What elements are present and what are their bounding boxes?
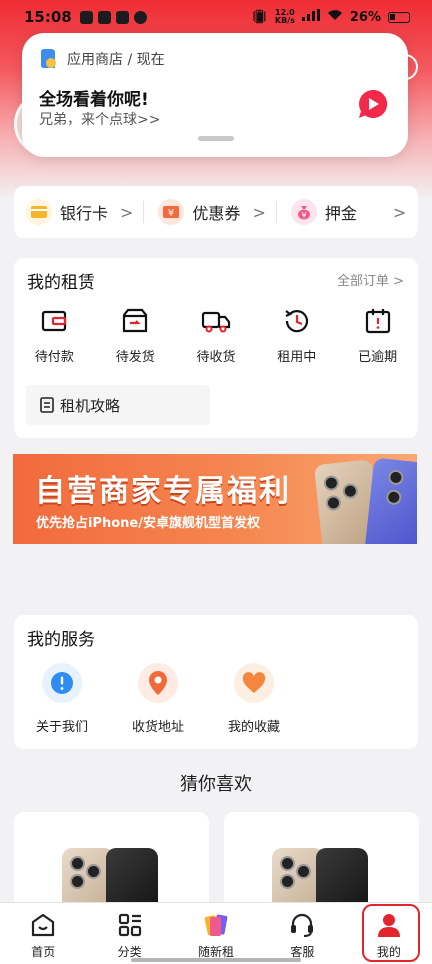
order-pending-receipt[interactable]: 待收货: [176, 306, 257, 365]
calendar-alert-icon: [365, 309, 390, 334]
wallet-icon: [42, 310, 67, 332]
order-status-row: 待付款 待发货 待收货 租用中 已逾期: [14, 306, 418, 365]
battery-percent: 26%: [349, 9, 381, 25]
heart-icon: [234, 663, 274, 703]
chevron-right-icon: >: [120, 202, 134, 222]
shortcut-label: 银行卡: [60, 204, 109, 223]
notification-app-name: 应用商店 / 现在: [67, 52, 165, 68]
heads-up-notification[interactable]: 应用商店 / 现在 全场看着你呢! 兄弟，来个点球>>: [22, 33, 408, 157]
box-icon: [123, 308, 148, 333]
banner-subtitle: 优先抢占iPhone/安卓旗舰机型首发权: [36, 516, 260, 531]
gesture-bar[interactable]: [131, 958, 301, 962]
notification-play-icon: [115, 10, 129, 24]
order-in-rental[interactable]: 租用中: [256, 306, 337, 365]
category-grid-icon: [118, 913, 141, 937]
svg-text:¥: ¥: [168, 208, 174, 219]
order-pending-payment[interactable]: 待付款: [14, 306, 95, 365]
home-icon: [32, 913, 55, 937]
status-time: 15:08: [24, 8, 72, 26]
status-bar: 15:08 📳︎ 12.0 KB/s 26%: [0, 0, 432, 34]
nav-home[interactable]: 首页: [0, 903, 86, 964]
signal-icon: [301, 9, 320, 25]
recommend-title: 猜你喜欢: [180, 774, 252, 795]
order-pending-shipment[interactable]: 待发货: [95, 306, 176, 365]
shortcut-deposit[interactable]: ¥ 押金 >: [279, 186, 406, 238]
promo-banner[interactable]: 自营商家专属福利 优先抢占iPhone/安卓旗舰机型首发权: [13, 454, 417, 544]
phones-stack-icon: [204, 914, 228, 936]
info-icon: [42, 663, 82, 703]
notification-header: 应用商店 / 现在: [39, 48, 165, 70]
service-favorites[interactable]: 我的收藏: [206, 663, 302, 735]
vibrate-icon: 📳︎: [251, 9, 268, 25]
shortcut-label: 优惠券: [192, 204, 241, 223]
video-app-logo-icon: [356, 87, 390, 121]
notification-app-icon: [79, 10, 93, 24]
nav-customer-service[interactable]: 客服: [259, 903, 345, 964]
shortcut-coupon[interactable]: ¥ 优惠券 >: [146, 186, 266, 238]
all-orders-link[interactable]: 全部订单 >: [337, 270, 404, 289]
shortcut-label: 押金: [324, 204, 357, 223]
section-title: 我的服务: [27, 630, 95, 650]
rental-guide-button[interactable]: 租机攻略: [26, 385, 210, 425]
truck-icon: [201, 311, 231, 333]
service-shipping-address[interactable]: 收货地址: [110, 663, 206, 735]
divider: [275, 201, 277, 223]
svg-text:¥: ¥: [301, 211, 306, 220]
section-title: 我的租赁: [27, 273, 95, 293]
chevron-right-icon: >: [252, 202, 266, 222]
nav-new-rental[interactable]: 随新租: [173, 903, 259, 964]
nav-active-highlight: [362, 904, 420, 962]
notification-title: 全场看着你呢!: [39, 90, 149, 110]
wallet-shortcuts: 银行卡 > ¥ 优惠券 > ¥ 押金 >: [14, 186, 418, 238]
service-about-us[interactable]: 关于我们: [14, 663, 110, 735]
notification-chat-icon: [133, 10, 147, 24]
notification-text: 兄弟，来个点球>>: [39, 112, 161, 128]
wifi-icon: [327, 9, 343, 25]
my-rental-section: 我的租赁 全部订单 > 待付款 待发货 待收货 租用中 已逾期 租机攻略: [14, 258, 418, 438]
divider: [143, 201, 145, 223]
location-pin-icon: [138, 663, 178, 703]
banner-title: 自营商家专属福利: [35, 474, 291, 509]
app-store-icon: [39, 48, 57, 70]
shortcut-bank-card[interactable]: 银行卡 >: [14, 186, 133, 238]
deposit-bag-icon: ¥: [290, 199, 317, 225]
bank-card-icon: [26, 199, 52, 225]
battery-icon: [388, 11, 410, 23]
clock-history-icon: [285, 310, 308, 333]
notification-drag-handle[interactable]: [198, 136, 234, 141]
order-overdue[interactable]: 已逾期: [337, 306, 418, 365]
services-row: 关于我们 收货地址 我的收藏: [14, 663, 302, 735]
headset-icon: [291, 913, 314, 937]
nav-category[interactable]: 分类: [86, 903, 172, 964]
document-icon: [40, 397, 54, 413]
chevron-right-icon: >: [392, 202, 407, 222]
notification-mail-icon: [97, 10, 111, 24]
coupon-icon: ¥: [158, 199, 185, 225]
my-services-section: 我的服务 关于我们 收货地址 我的收藏: [14, 615, 418, 749]
network-speed: 12.0 KB/s: [274, 8, 295, 25]
